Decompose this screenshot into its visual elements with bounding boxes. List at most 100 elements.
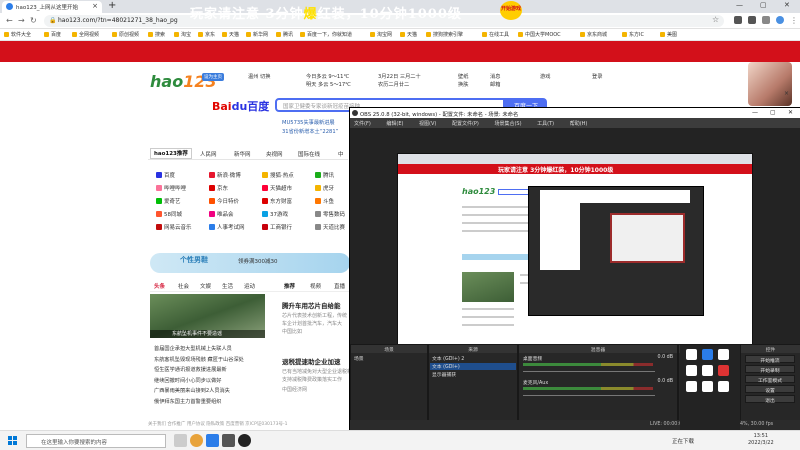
hot-news-link[interactable]: MU5735失事最新进展: [282, 119, 335, 126]
obs-taskbar-icon[interactable]: [238, 434, 251, 447]
tab-people[interactable]: 人民网: [200, 150, 217, 158]
profile-avatar-icon[interactable]: [776, 16, 784, 24]
wallpaper-link[interactable]: 壁纸: [458, 73, 468, 80]
windows-start-icon[interactable]: [8, 436, 18, 446]
tool-a-icon[interactable]: [686, 349, 697, 360]
task-view-icon[interactable]: [174, 434, 187, 447]
obs-maximize-icon[interactable]: ▢: [770, 109, 776, 116]
menu-help[interactable]: 帮助(H): [570, 121, 588, 127]
game-ad-banner[interactable]: [0, 41, 800, 62]
bookmark-item[interactable]: 百度一下，你就知道: [300, 31, 352, 38]
site-link[interactable]: 天道比赛: [315, 223, 345, 231]
extensions-puzzle-icon[interactable]: [748, 16, 756, 24]
banner-start-button[interactable]: 开始游戏: [500, 1, 522, 20]
bookmark-item[interactable]: 淘宝: [174, 31, 191, 38]
tool-f-icon[interactable]: [718, 365, 729, 376]
site-link[interactable]: 工商银行: [262, 223, 292, 231]
site-link[interactable]: 虎牙: [315, 184, 334, 192]
cat-video[interactable]: 视频: [310, 282, 321, 290]
city-switch[interactable]: 温州 切换: [248, 73, 270, 80]
bookmark-item[interactable]: 天猫: [400, 31, 417, 38]
mic-volume-slider[interactable]: [523, 395, 655, 396]
bookmark-item[interactable]: 全网视频: [72, 31, 99, 38]
bookmark-item[interactable]: 中国大学MOOC: [518, 31, 561, 38]
hot-news-link[interactable]: 31省份新增本土“2281”: [282, 128, 338, 135]
chrome-icon[interactable]: [190, 434, 203, 447]
close-window-icon[interactable]: ✕: [784, 1, 790, 9]
login-link[interactable]: 登录: [592, 73, 602, 80]
tool-e-icon[interactable]: [702, 365, 713, 376]
news-list-item[interactable]: 俄伊拜东国主力首警重要组织: [154, 398, 221, 405]
taskbar-search-input[interactable]: 在这里输入你要搜索的内容: [26, 434, 166, 448]
bookmark-item[interactable]: 东方IC: [622, 31, 644, 38]
ad-avatar-image[interactable]: [748, 62, 792, 106]
browser-tab[interactable]: hao123_上网从这里开始 ×: [2, 1, 102, 13]
tab-more[interactable]: 中: [338, 150, 344, 158]
site-link[interactable]: 人事考试网: [209, 223, 245, 231]
system-clock[interactable]: 13:51 2022/3/22: [748, 433, 774, 447]
footer-links[interactable]: 关于我们 合作推广 用户协议 隐私政策 百度营销 京ICP证030173号-1: [148, 421, 288, 427]
menu-profile[interactable]: 配置文件(P): [452, 121, 479, 127]
bookmark-item[interactable]: 搜索: [148, 31, 165, 38]
cat-society[interactable]: 社会: [178, 282, 189, 290]
cat-headline[interactable]: 头条: [154, 282, 165, 290]
obs-minimize-icon[interactable]: —: [752, 109, 758, 116]
source-item-selected[interactable]: 文本 (GDI+): [432, 363, 460, 370]
bookmark-item[interactable]: 腾讯: [276, 31, 293, 38]
site-link[interactable]: 零售数码: [315, 210, 345, 218]
cat-recommend[interactable]: 推荐: [284, 282, 295, 290]
menu-view[interactable]: 视图(V): [419, 121, 436, 127]
bookmark-item[interactable]: 原创视频: [112, 31, 139, 38]
bookmark-item[interactable]: 京东商城: [580, 31, 607, 38]
scene-item[interactable]: 场景: [354, 355, 364, 362]
tool-d-icon[interactable]: [686, 365, 697, 376]
bookmark-item[interactable]: 京东: [198, 31, 215, 38]
news-list-item[interactable]: 继续回撤时间小心同步以做好: [154, 377, 221, 384]
news-list-item[interactable]: 广西暴雨美丽来山接到2人员消失: [154, 387, 230, 394]
back-icon[interactable]: ←: [6, 16, 13, 25]
bookmark-item[interactable]: 新华网: [246, 31, 268, 38]
obs-close-icon[interactable]: ✕: [788, 109, 793, 116]
tray-download-status[interactable]: 正在下载: [672, 437, 694, 445]
site-link[interactable]: 哔哩哔哩: [156, 184, 186, 192]
close-ad-icon[interactable]: ×: [784, 90, 789, 97]
menu-dots-icon[interactable]: ⋮: [790, 16, 798, 25]
minimize-icon[interactable]: —: [736, 1, 743, 9]
site-link[interactable]: 斗鱼: [315, 197, 334, 205]
bookmark-item[interactable]: 在线工具: [482, 31, 509, 38]
source-item[interactable]: 显示器捕获: [432, 371, 456, 378]
bookmark-item[interactable]: 搜狗搜索引擎: [426, 31, 463, 38]
bookmark-item[interactable]: 美图: [660, 31, 677, 38]
tool-h-icon[interactable]: [702, 381, 713, 392]
site-link[interactable]: 网易云音乐: [156, 223, 192, 231]
site-link[interactable]: 今日特价: [209, 197, 239, 205]
start-streaming-button[interactable]: 开始推流: [745, 355, 795, 364]
sidebar-icon[interactable]: [762, 16, 770, 24]
menu-file[interactable]: 文件(F): [354, 121, 371, 127]
message-link[interactable]: 消息: [490, 73, 500, 80]
tool-b-icon[interactable]: [702, 349, 713, 360]
site-link[interactable]: 腾讯: [315, 171, 334, 179]
game-link[interactable]: 游戏: [540, 73, 550, 80]
mail-link[interactable]: 邮箱: [490, 81, 500, 88]
tool-i-icon[interactable]: [718, 381, 729, 392]
cat-live[interactable]: 直播: [334, 282, 345, 290]
cat-life[interactable]: 生活: [222, 282, 233, 290]
steam-icon[interactable]: [222, 434, 235, 447]
start-recording-button[interactable]: 开始录制: [745, 365, 795, 374]
bookmark-star-icon[interactable]: ☆: [712, 15, 719, 24]
tab-hao123-recommend[interactable]: hao123推荐: [150, 148, 192, 159]
tab-xinhua[interactable]: 新华网: [234, 150, 251, 158]
maximize-icon[interactable]: ▢: [760, 1, 767, 9]
forward-icon[interactable]: →: [18, 16, 25, 25]
menu-scene-collection[interactable]: 场景集合(S): [494, 121, 521, 127]
site-link[interactable]: 58同城: [156, 210, 182, 218]
site-link[interactable]: 百度: [156, 171, 175, 179]
bookmark-item[interactable]: 软件大全: [4, 31, 31, 38]
tool-c-icon[interactable]: [718, 349, 729, 360]
site-link[interactable]: 天猫超市: [262, 184, 292, 192]
site-link[interactable]: 37游戏: [262, 210, 288, 218]
browser-icon[interactable]: [206, 434, 219, 447]
studio-mode-button[interactable]: 工作室模式: [745, 375, 795, 384]
reload-icon[interactable]: ↻: [30, 16, 37, 25]
